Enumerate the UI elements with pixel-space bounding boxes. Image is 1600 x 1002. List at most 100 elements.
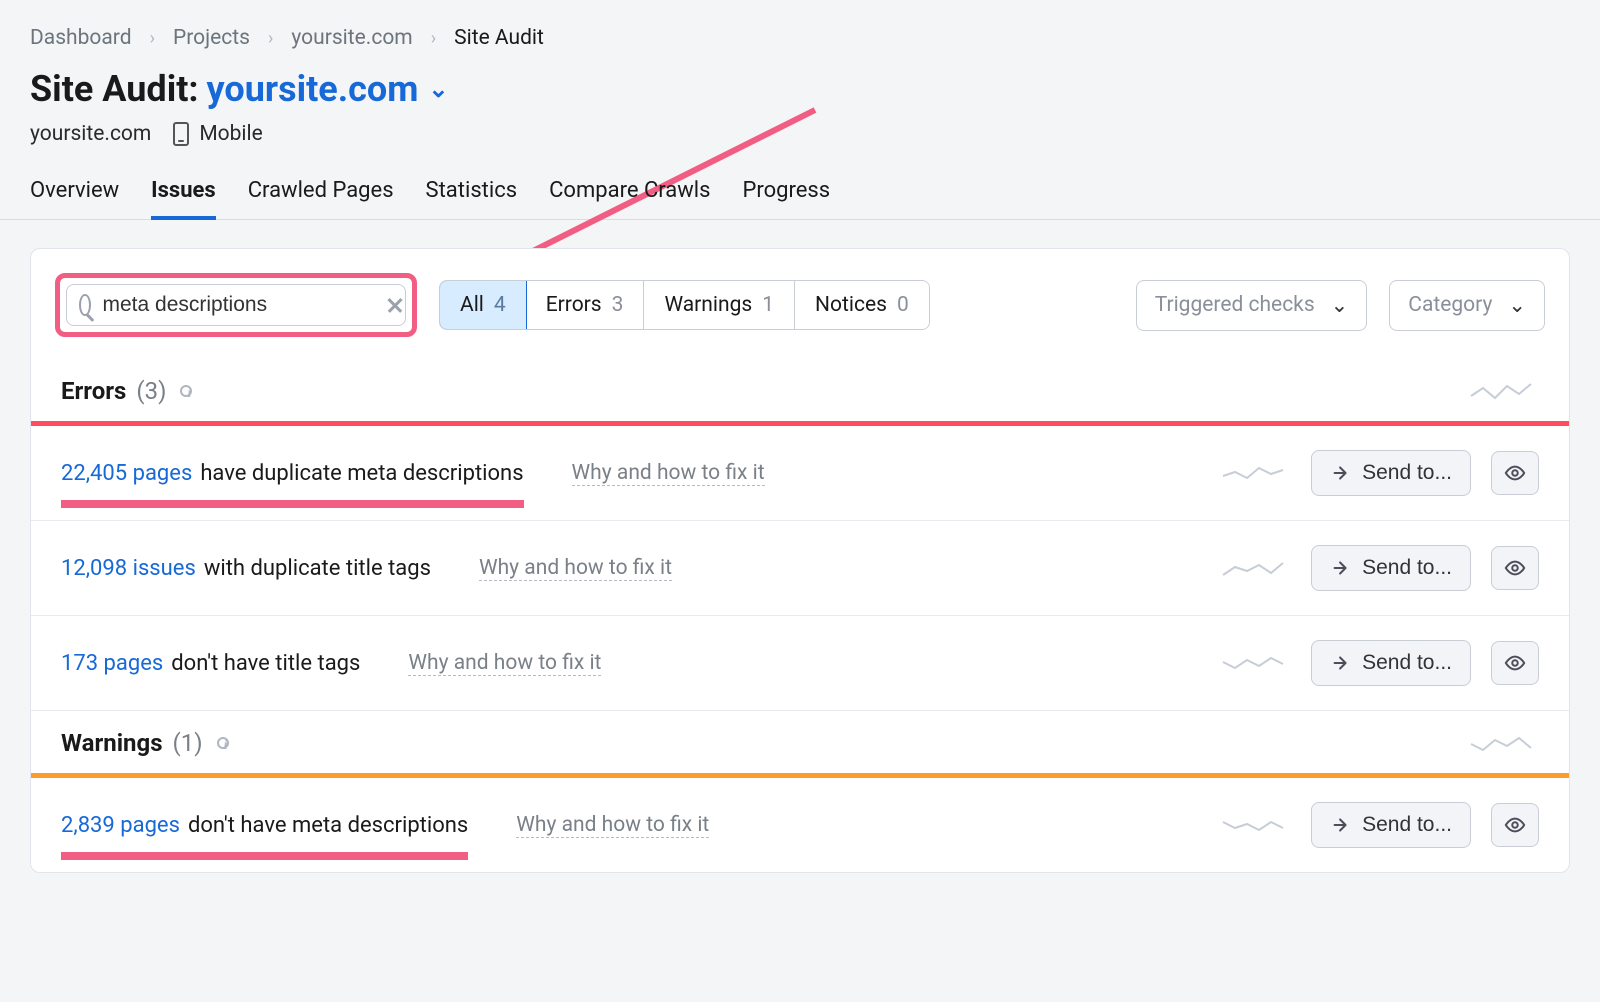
section-count: (1) xyxy=(173,729,203,757)
tab-progress[interactable]: Progress xyxy=(743,164,831,219)
send-to-button[interactable]: Send to... xyxy=(1311,450,1471,496)
issue-row: 12,098 issues with duplicate title tags … xyxy=(31,521,1569,616)
tabs: Overview Issues Crawled Pages Statistics… xyxy=(0,164,1600,220)
preview-button[interactable] xyxy=(1491,451,1539,495)
issue-text: 2,839 pages don't have meta descriptions xyxy=(61,813,468,838)
tab-issues[interactable]: Issues xyxy=(151,164,216,219)
domain-name: yoursite.com xyxy=(207,68,419,110)
segment-label: All xyxy=(460,293,484,317)
tab-compare-crawls[interactable]: Compare Crawls xyxy=(549,164,710,219)
share-icon xyxy=(1330,814,1352,836)
chevron-down-icon: ⌄ xyxy=(428,75,448,103)
fix-link[interactable]: Why and how to fix it xyxy=(572,461,765,486)
fix-link[interactable]: Why and how to fix it xyxy=(516,813,709,838)
fix-link[interactable]: Why and how to fix it xyxy=(408,651,601,676)
issue-link[interactable]: 2,839 pages xyxy=(61,813,180,838)
search-highlight-frame xyxy=(55,273,417,337)
search-input[interactable] xyxy=(103,293,374,317)
eye-icon xyxy=(1504,462,1526,484)
share-icon xyxy=(1330,652,1352,674)
button-label: Send to... xyxy=(1362,461,1452,485)
send-to-button[interactable]: Send to... xyxy=(1311,802,1471,848)
breadcrumb-projects[interactable]: Projects xyxy=(173,26,250,50)
breadcrumb-current: Site Audit xyxy=(454,26,544,50)
category-dropdown[interactable]: Category ⌄ xyxy=(1389,280,1545,331)
clear-icon[interactable] xyxy=(386,296,394,314)
chevron-right-icon: › xyxy=(431,28,436,49)
segment-label: Notices xyxy=(815,293,887,317)
segment-count: 3 xyxy=(612,293,624,317)
segment-all[interactable]: All 4 xyxy=(439,280,527,330)
button-label: Send to... xyxy=(1362,556,1452,580)
issue-link[interactable]: 173 pages xyxy=(61,651,163,676)
issue-rest: have duplicate meta descriptions xyxy=(200,461,523,486)
issue-text: 12,098 issues with duplicate title tags xyxy=(61,556,431,581)
chevron-right-icon: › xyxy=(268,28,273,49)
fix-link[interactable]: Why and how to fix it xyxy=(479,556,672,581)
segment-notices[interactable]: Notices 0 xyxy=(795,281,929,329)
section-head-errors: Errors (3) xyxy=(31,359,1569,421)
issue-row: 22,405 pages have duplicate meta descrip… xyxy=(31,426,1569,521)
page-title-prefix: Site Audit: xyxy=(30,68,199,110)
tab-statistics[interactable]: Statistics xyxy=(426,164,518,219)
segment-errors[interactable]: Errors 3 xyxy=(526,281,645,329)
preview-button[interactable] xyxy=(1491,641,1539,685)
issue-link[interactable]: 22,405 pages xyxy=(61,461,192,486)
device-label: Mobile xyxy=(199,122,262,146)
send-to-button[interactable]: Send to... xyxy=(1311,640,1471,686)
sparkline-icon xyxy=(1469,732,1539,754)
button-label: Send to... xyxy=(1362,813,1452,837)
share-icon xyxy=(1330,557,1352,579)
issue-rest: don't have title tags xyxy=(171,651,360,676)
chevron-down-icon: ⌄ xyxy=(1508,293,1526,318)
filter-row: All 4 Errors 3 Warnings 1 Notices 0 Trig… xyxy=(31,249,1569,359)
info-icon[interactable] xyxy=(180,385,192,397)
issue-link[interactable]: 12,098 issues xyxy=(61,556,196,581)
share-icon xyxy=(1330,462,1352,484)
segment-count: 0 xyxy=(897,293,909,317)
issue-text: 173 pages don't have title tags xyxy=(61,651,360,676)
button-label: Send to... xyxy=(1362,651,1452,675)
device-chip: Mobile xyxy=(173,122,262,146)
sparkline-icon xyxy=(1469,380,1539,402)
issue-row: 2,839 pages don't have meta descriptions… xyxy=(31,778,1569,872)
section-head-warnings: Warnings (1) xyxy=(31,711,1569,773)
page-title: Site Audit: yoursite.com ⌄ xyxy=(0,58,1600,114)
chevron-down-icon: ⌄ xyxy=(1331,293,1349,318)
tab-crawled-pages[interactable]: Crawled Pages xyxy=(248,164,394,219)
sparkline-icon xyxy=(1221,814,1291,836)
section-label: Warnings xyxy=(61,729,163,757)
breadcrumb-dashboard[interactable]: Dashboard xyxy=(30,26,132,50)
eye-icon xyxy=(1504,652,1526,674)
info-icon[interactable] xyxy=(217,737,229,749)
dropdown-label: Triggered checks xyxy=(1155,293,1315,317)
eye-icon xyxy=(1504,814,1526,836)
segment-label: Warnings xyxy=(664,293,752,317)
sub-info-row: yoursite.com Mobile xyxy=(0,114,1600,164)
issues-panel: All 4 Errors 3 Warnings 1 Notices 0 Trig… xyxy=(30,248,1570,873)
triggered-checks-dropdown[interactable]: Triggered checks ⌄ xyxy=(1136,280,1368,331)
segment-count: 1 xyxy=(762,293,774,317)
segment-warnings[interactable]: Warnings 1 xyxy=(644,281,795,329)
phone-icon xyxy=(173,122,189,146)
issue-row: 173 pages don't have title tags Why and … xyxy=(31,616,1569,711)
preview-button[interactable] xyxy=(1491,803,1539,847)
sparkline-icon xyxy=(1221,462,1291,484)
eye-icon xyxy=(1504,557,1526,579)
breadcrumb-site[interactable]: yoursite.com xyxy=(291,26,412,50)
preview-button[interactable] xyxy=(1491,546,1539,590)
chevron-right-icon: › xyxy=(150,28,155,49)
dropdown-label: Category xyxy=(1408,293,1492,317)
search-box[interactable] xyxy=(66,284,406,326)
send-to-button[interactable]: Send to... xyxy=(1311,545,1471,591)
sparkline-icon xyxy=(1221,557,1291,579)
subinfo-domain: yoursite.com xyxy=(30,122,151,146)
search-icon xyxy=(79,294,91,316)
domain-selector[interactable]: yoursite.com ⌄ xyxy=(207,68,449,110)
section-count: (3) xyxy=(136,377,166,405)
issue-rest: with duplicate title tags xyxy=(204,556,431,581)
issue-rest: don't have meta descriptions xyxy=(188,813,468,838)
tab-overview[interactable]: Overview xyxy=(30,164,119,219)
severity-segments: All 4 Errors 3 Warnings 1 Notices 0 xyxy=(439,280,930,330)
issue-text: 22,405 pages have duplicate meta descrip… xyxy=(61,461,524,486)
